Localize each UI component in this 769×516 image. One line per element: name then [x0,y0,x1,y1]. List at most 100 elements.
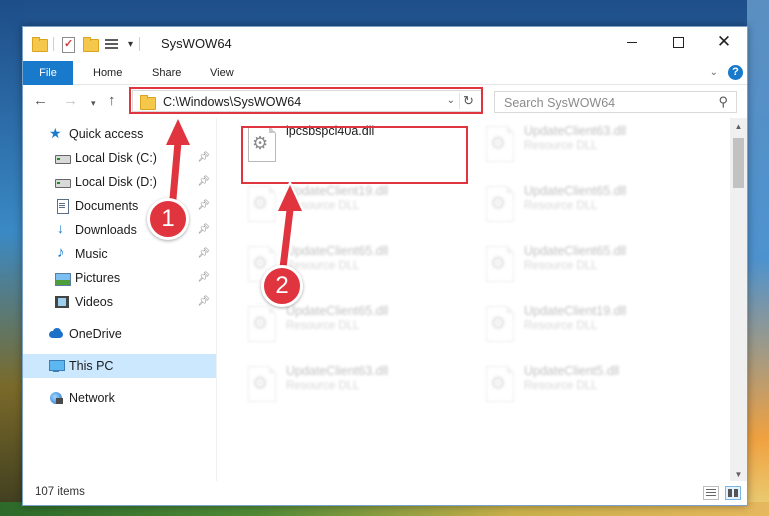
desktop-background [0,0,24,516]
pane-divider[interactable] [216,118,217,483]
file-item[interactable]: ⚙ UpdateClient65.dll Resource DLL [476,238,706,286]
help-icon[interactable]: ? [728,65,743,80]
sidebar-item-pictures[interactable]: Pictures 📌︎ [23,266,216,290]
scroll-up-icon[interactable]: ▲ [730,118,747,135]
network-icon [48,390,64,406]
separator [53,37,54,51]
large-icons-view-icon[interactable] [725,486,741,500]
file-item[interactable]: ⚙ UpdateClient19.dll Resource DLL [476,298,706,346]
minimize-button[interactable] [609,27,655,57]
file-type: Resource DLL [524,380,598,392]
dll-file-icon: ⚙ [484,186,516,224]
documents-icon [54,198,70,214]
separator [139,37,141,51]
sidebar-item-label: OneDrive [69,327,122,341]
dll-file-icon: ⚙ [246,306,278,344]
sidebar-item-videos[interactable]: Videos 📌︎ [23,290,216,314]
file-name: UpdateClient65.dll [524,184,627,198]
view-options-icon[interactable] [104,36,120,52]
pin-icon[interactable]: 📌︎ [197,224,210,235]
pictures-icon [54,270,71,286]
sidebar-item-label: Quick access [69,127,144,141]
navigation-bar: ← → ▾ ↑ C:\Windows\SysWOW64 ⌄ ↻ Search S… [23,86,747,118]
scrollbar-thumb[interactable] [733,138,744,188]
file-name: UpdateClient19.dll [524,304,627,318]
sidebar-item-label: Music [75,247,108,261]
new-folder-icon[interactable] [82,36,99,52]
sidebar-item-onedrive[interactable]: OneDrive [23,322,216,346]
sidebar-item-label: Documents [75,199,139,213]
file-item[interactable]: ⚙ UpdateClient65.dll Resource DLL [476,178,706,226]
this-pc-icon [48,358,65,374]
folder-icon [31,36,48,52]
dll-file-icon: ⚙ [484,366,516,404]
quick-access-toolbar: ▾ [31,36,146,53]
file-type: Resource DLL [524,200,598,212]
sidebar-item-label: Local Disk (D:) [75,175,157,189]
sidebar-item-label: Downloads [75,223,137,237]
file-name: UpdateClient65.dll [286,304,389,318]
pin-icon[interactable]: 📌︎ [197,248,210,259]
onedrive-icon [48,326,64,342]
file-name: UpdateClient63.dll [286,364,389,378]
ribbon-tabs: File Home Share View ⌄ ? [23,61,747,85]
vertical-scrollbar[interactable]: ▲ ▼ [730,118,747,483]
desktop-background [747,0,769,516]
file-item[interactable]: ⚙ UpdateClient63.dll Resource DLL [238,358,468,406]
dll-file-icon: ⚙ [484,246,516,284]
sidebar-item-label: Videos [75,295,113,309]
file-type: Resource DLL [286,320,360,332]
file-item[interactable]: ⚙ UpdateClient63.dll Resource DLL [476,118,706,166]
title-bar: ▾ SysWOW64 ✕ [23,27,747,61]
pin-icon[interactable]: 📌︎ [197,272,210,283]
dll-file-icon: ⚙ [246,366,278,404]
tab-view[interactable]: View [210,61,234,85]
back-arrow-icon[interactable]: ← [33,92,48,109]
videos-icon [54,294,70,310]
pin-icon[interactable]: 📌︎ [197,296,210,307]
maximize-button[interactable] [655,27,701,57]
sidebar-item-label: Pictures [75,271,121,285]
sidebar-item-this-pc[interactable]: This PC [23,354,216,378]
forward-arrow-icon[interactable]: → [63,92,78,109]
close-button[interactable]: ✕ [701,27,747,57]
sidebar-item-label: This PC [69,359,114,373]
sidebar-item-music[interactable]: Music 📌︎ [23,242,216,266]
item-count: 107 items [35,486,85,498]
file-type: Resource DLL [524,320,598,332]
star-icon [48,125,64,142]
window-title: SysWOW64 [161,36,232,51]
tab-share[interactable]: Share [152,61,181,85]
file-type: Resource DLL [524,140,598,152]
file-type: Resource DLL [524,260,598,272]
sidebar-item-network[interactable]: Network [23,386,216,410]
status-bar: 107 items [23,481,747,505]
up-arrow-icon[interactable]: ↑ [108,92,116,109]
file-type: Resource DLL [286,380,360,392]
search-input[interactable]: Search SysWOW64 ⚲ [494,91,737,113]
view-switcher [703,486,741,500]
file-item[interactable]: ⚙ UpdateClient5.dll Resource DLL [476,358,706,406]
drive-icon [54,150,71,166]
sidebar-item-label: Local Disk (C:) [75,151,157,165]
tab-home[interactable]: Home [93,61,122,85]
file-name: UpdateClient5.dll [524,364,620,378]
ribbon-controls: ⌄ ? [710,65,743,80]
file-name: UpdateClient65.dll [524,244,627,258]
file-name: UpdateClient63.dll [524,124,627,138]
downloads-icon [54,220,70,238]
customize-toolbar-chevron-icon[interactable]: ▾ [128,39,133,50]
details-view-icon[interactable] [703,486,719,500]
step-badge-1: 1 [147,198,189,240]
search-placeholder: Search SysWOW64 [504,96,616,110]
dll-file-icon: ⚙ [484,306,516,344]
recent-locations-chevron-icon[interactable]: ▾ [91,98,96,109]
expand-ribbon-chevron-icon[interactable]: ⌄ [710,67,718,78]
drive-icon [54,174,71,190]
music-icon [54,244,70,262]
tab-file[interactable]: File [23,61,73,85]
dll-file-icon: ⚙ [484,126,516,164]
properties-icon[interactable] [60,36,76,53]
step-badge-2: 2 [261,265,303,307]
search-icon[interactable]: ⚲ [718,94,728,110]
